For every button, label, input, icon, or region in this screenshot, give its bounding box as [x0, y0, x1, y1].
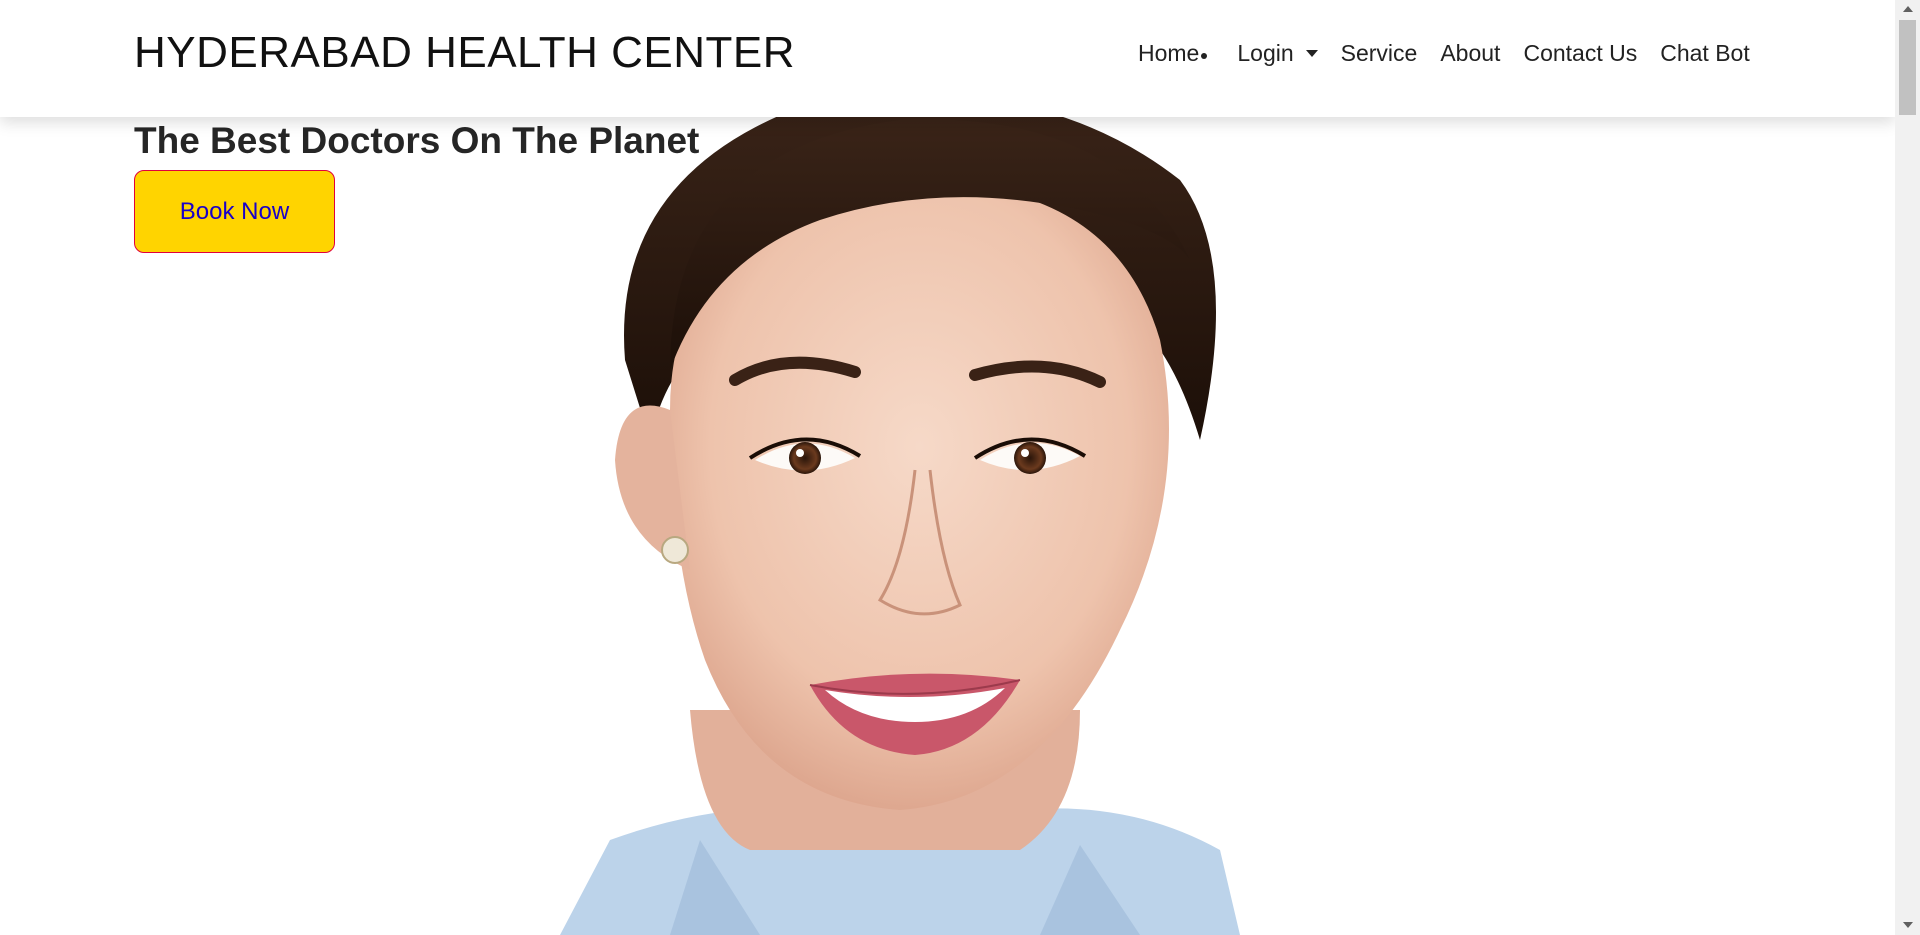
nav-home-label: Home	[1138, 40, 1200, 66]
active-dot-icon	[1201, 53, 1208, 59]
page-scrollbar[interactable]	[1895, 0, 1920, 935]
main-nav: Home Login Service About Contact Us Chat…	[1138, 36, 1750, 70]
brand-logo-text[interactable]: HYDERABAD HEALTH CENTER	[134, 27, 795, 79]
scroll-up-arrow-icon[interactable]	[1903, 6, 1913, 12]
doctor-portrait-image	[560, 110, 1240, 935]
hero-title: The Best Doctors On The Planet	[134, 120, 700, 161]
caret-down-icon	[1305, 49, 1318, 57]
nav-login-label: Login	[1237, 40, 1294, 66]
scrollbar-thumb[interactable]	[1899, 20, 1916, 115]
nav-service-link[interactable]: Service	[1341, 36, 1418, 70]
nav-contact-link[interactable]: Contact Us	[1523, 36, 1637, 70]
nav-chatbot-link[interactable]: Chat Bot	[1660, 36, 1750, 70]
book-now-button[interactable]: Book Now	[134, 170, 335, 253]
nav-login-dropdown[interactable]: Login	[1237, 36, 1318, 70]
nav-home-link[interactable]: Home	[1138, 36, 1208, 70]
scroll-down-arrow-icon[interactable]	[1903, 922, 1913, 928]
nav-about-link[interactable]: About	[1440, 36, 1500, 70]
top-navbar: HYDERABAD HEALTH CENTER Home Login Servi…	[0, 0, 1895, 117]
